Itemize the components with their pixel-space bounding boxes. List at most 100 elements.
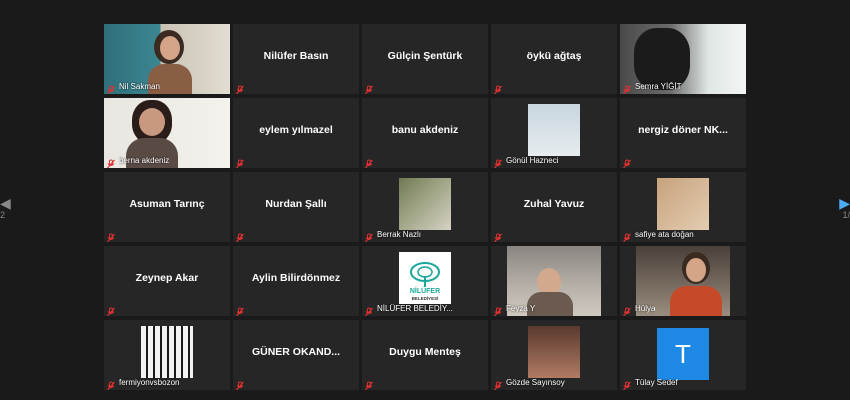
microphone-muted-icon bbox=[364, 82, 374, 94]
microphone-muted-icon bbox=[106, 230, 116, 242]
microphone-muted-icon bbox=[235, 82, 245, 94]
microphone-muted-icon bbox=[622, 230, 632, 242]
participant-footer: Feyza Y bbox=[493, 302, 536, 316]
microphone-muted-icon bbox=[235, 378, 245, 390]
participant-profile-picture bbox=[399, 178, 451, 230]
participant-footer bbox=[235, 376, 245, 390]
participant-display-name: Duygu Menteş bbox=[389, 346, 461, 358]
gallery-grid: Nil Sakman Nilüfer Basın Gülçin Şentürk öyk… bbox=[104, 24, 746, 396]
microphone-muted-icon bbox=[106, 304, 116, 316]
participant-name-label: Nil Sakman bbox=[119, 82, 160, 91]
participant-name-label: Hülya bbox=[635, 304, 656, 313]
participant-name-label: NİLÜFER BELEDİY... bbox=[377, 304, 453, 313]
microphone-muted-icon bbox=[622, 304, 632, 316]
microphone-muted-icon bbox=[493, 378, 503, 390]
microphone-muted-icon bbox=[106, 156, 116, 168]
participant-tile[interactable]: Nilüfer Basın bbox=[233, 24, 359, 94]
participant-tile[interactable]: nergiz döner NK... bbox=[620, 98, 746, 168]
microphone-muted-icon bbox=[364, 230, 374, 242]
participant-display-name: eylem yılmazel bbox=[259, 124, 333, 136]
previous-page-button[interactable]: ◀ 2 bbox=[0, 196, 11, 220]
participant-tile[interactable]: Asuman Tarınç bbox=[104, 172, 230, 242]
participant-display-name: öykü ağtaş bbox=[526, 50, 582, 62]
microphone-muted-icon bbox=[622, 378, 632, 390]
microphone-muted-icon bbox=[235, 156, 245, 168]
participant-footer bbox=[235, 302, 245, 316]
participant-footer bbox=[106, 228, 116, 242]
participant-display-name: Aylin Bilirdönmez bbox=[251, 272, 341, 284]
participant-footer: Gönül Hazneci bbox=[493, 154, 559, 168]
participant-footer bbox=[493, 80, 503, 94]
microphone-muted-icon bbox=[106, 82, 116, 94]
participant-tile[interactable]: GÜNER OKAND... bbox=[233, 320, 359, 390]
participant-tile[interactable]: fermiyonvsbozon bbox=[104, 320, 230, 390]
participant-footer: Nil Sakman bbox=[106, 80, 160, 94]
tree-logo-icon bbox=[410, 262, 440, 287]
participant-name-label: safiye ata doğan bbox=[635, 230, 694, 239]
participant-tile[interactable]: berna akdeniz bbox=[104, 98, 230, 168]
participant-name-label: Gönül Hazneci bbox=[506, 156, 559, 165]
participant-display-name: banu akdeniz bbox=[391, 124, 459, 136]
participant-tile[interactable]: Berrak Nazlı bbox=[362, 172, 488, 242]
participant-footer: safiye ata doğan bbox=[622, 228, 694, 242]
participant-footer bbox=[235, 228, 245, 242]
participant-tile[interactable]: öykü ağtaş bbox=[491, 24, 617, 94]
participant-tile[interactable]: Gönül Hazneci bbox=[491, 98, 617, 168]
chevron-left-icon: ◀ bbox=[0, 195, 11, 211]
logo-title: NİLÜFER bbox=[409, 288, 441, 295]
participant-name-label: Semra YİĞİT bbox=[635, 82, 682, 91]
participant-footer bbox=[364, 376, 374, 390]
next-page-button[interactable]: ▶ 1/ bbox=[839, 196, 850, 220]
microphone-muted-icon bbox=[364, 378, 374, 390]
participant-tile[interactable]: Nil Sakman bbox=[104, 24, 230, 94]
participant-footer bbox=[493, 228, 503, 242]
participant-tile[interactable]: Gülçin Şentürk bbox=[362, 24, 488, 94]
participant-tile[interactable]: Hülya bbox=[620, 246, 746, 316]
next-page-label: 1/ bbox=[842, 210, 850, 220]
participant-tile[interactable]: Zuhal Yavuz bbox=[491, 172, 617, 242]
participant-footer bbox=[364, 80, 374, 94]
nilufer-belediyesi-logo: NİLÜFER BELEDİYESİ bbox=[399, 252, 451, 304]
participant-display-name: Asuman Tarınç bbox=[129, 198, 205, 210]
avatar-initial: T bbox=[657, 328, 709, 380]
participant-tile[interactable]: Nurdan Şallı bbox=[233, 172, 359, 242]
participant-name-label: Feyza Y bbox=[506, 304, 536, 313]
participant-tile[interactable]: eylem yılmazel bbox=[233, 98, 359, 168]
participant-tile[interactable]: Duygu Menteş bbox=[362, 320, 488, 390]
participant-tile[interactable]: banu akdeniz bbox=[362, 98, 488, 168]
participant-footer: Berrak Nazlı bbox=[364, 228, 421, 242]
participant-name-label: berna akdeniz bbox=[119, 156, 170, 165]
participant-profile-picture bbox=[141, 326, 193, 378]
microphone-muted-icon bbox=[493, 304, 503, 316]
participant-profile-picture bbox=[528, 104, 580, 156]
participant-footer: berna akdeniz bbox=[106, 154, 170, 168]
participant-tile[interactable]: Semra YİĞİT bbox=[620, 24, 746, 94]
microphone-muted-icon bbox=[235, 304, 245, 316]
chevron-right-icon: ▶ bbox=[839, 195, 850, 211]
participant-footer: fermiyonvsbozon bbox=[106, 376, 180, 390]
participant-tile[interactable]: NİLÜFER BELEDİYESİ NİLÜFER BELEDİY... bbox=[362, 246, 488, 316]
participant-tile[interactable]: Gözde Sayınsoy bbox=[491, 320, 617, 390]
participant-tile[interactable]: Aylin Bilirdönmez bbox=[233, 246, 359, 316]
participant-footer bbox=[622, 154, 632, 168]
participant-footer: Hülya bbox=[622, 302, 656, 316]
participant-display-name: Gülçin Şentürk bbox=[387, 50, 463, 62]
microphone-muted-icon bbox=[622, 82, 632, 94]
participant-profile-picture bbox=[528, 326, 580, 378]
microphone-muted-icon bbox=[106, 378, 116, 390]
participant-tile[interactable]: T Tülay Sedef bbox=[620, 320, 746, 390]
participant-name-label: fermiyonvsbozon bbox=[119, 378, 180, 387]
participant-display-name: Nurdan Şallı bbox=[265, 198, 327, 210]
participant-footer bbox=[106, 302, 116, 316]
participant-tile[interactable]: safiye ata doğan bbox=[620, 172, 746, 242]
participant-profile-picture bbox=[657, 178, 709, 230]
participant-footer bbox=[364, 154, 374, 168]
participant-display-name: nergiz döner NK... bbox=[638, 124, 728, 136]
previous-page-label: 2 bbox=[0, 210, 6, 220]
participant-footer: Semra YİĞİT bbox=[622, 80, 682, 94]
microphone-muted-icon bbox=[364, 304, 374, 316]
participant-tile[interactable]: Feyza Y bbox=[491, 246, 617, 316]
participant-tile[interactable]: Zeynep Akar bbox=[104, 246, 230, 316]
microphone-muted-icon bbox=[493, 82, 503, 94]
participant-display-name: Zuhal Yavuz bbox=[523, 198, 585, 210]
